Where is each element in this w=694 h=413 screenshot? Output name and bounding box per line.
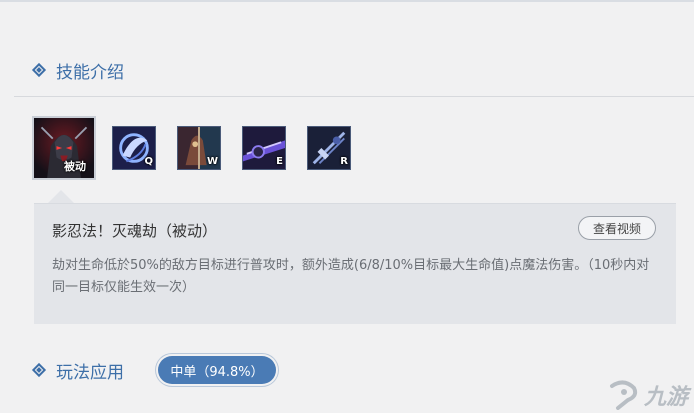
play-section-header: 玩法应用 [34,358,124,383]
skill-r[interactable]: R [307,126,351,170]
skill-section-header: 技能介绍 [34,58,124,83]
watermark: 九游 [606,379,688,411]
skill-key-label: R [340,156,348,167]
skill-q[interactable]: Q [112,126,156,170]
panel-pointer [48,190,74,203]
top-border [0,0,694,2]
skill-passive[interactable]: 被动 [32,116,96,180]
watermark-text: 九游 [643,385,688,410]
skill-key-label: 被动 [64,160,86,173]
skill-detail-panel: 影忍法！灭魂劫（被动） 查看视频 劫对生命低於50%的敌方目标进行普攻时，额外造… [34,203,676,324]
skill-key-label: Q [144,156,153,167]
section-divider [14,96,694,97]
skill-w[interactable]: W [177,126,221,170]
role-badge[interactable]: 中单（94.8%） [158,356,276,384]
skill-e[interactable]: E [242,126,286,170]
view-video-button[interactable]: 查看视频 [578,216,656,240]
skill-key-label: E [276,156,283,167]
diamond-icon [34,365,46,377]
skill-description: 劫对生命低於50%的敌方目标进行普攻时，额外造成(6/8/10%目标最大生命值)… [52,258,650,295]
diamond-icon [34,65,46,77]
jiuyou-logo-icon [609,380,638,410]
skill-key-label: W [206,156,218,167]
play-section-title: 玩法应用 [56,363,124,383]
skill-section-title: 技能介绍 [56,63,124,83]
skill-name: 影忍法！灭魂劫（被动） [52,222,218,240]
